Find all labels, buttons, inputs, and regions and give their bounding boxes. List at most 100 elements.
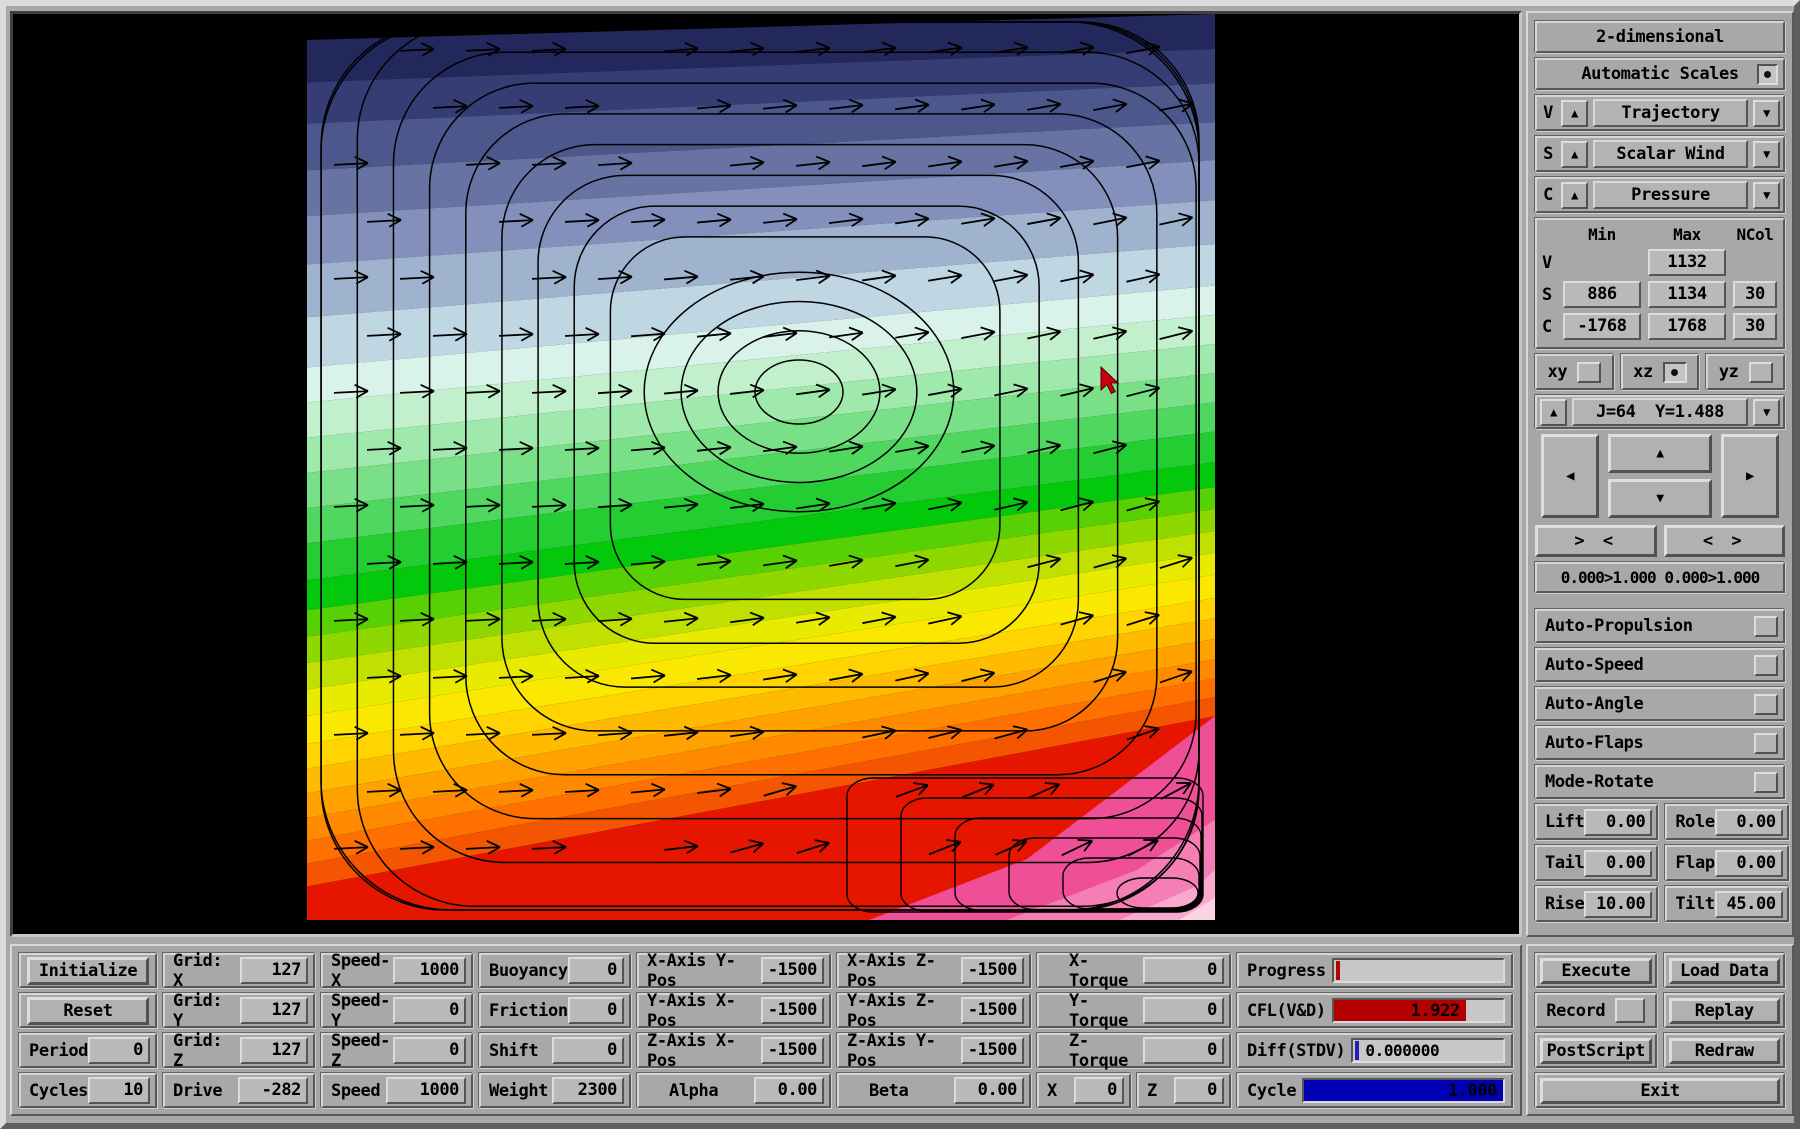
plane-yz[interactable]: yz bbox=[1706, 354, 1785, 390]
value-field[interactable]: -1500 bbox=[961, 1037, 1024, 1064]
trajectory-dropdown-button[interactable]: ▼ bbox=[1753, 100, 1780, 127]
value-field[interactable]: 0 bbox=[552, 1037, 624, 1064]
auto-angle-checkbox[interactable] bbox=[1754, 694, 1778, 715]
value-field[interactable]: 127 bbox=[240, 957, 308, 984]
s-max-field[interactable]: 1134 bbox=[1648, 281, 1726, 308]
plane-yz-checkbox[interactable] bbox=[1749, 362, 1773, 383]
trajectory-field[interactable]: Trajectory bbox=[1593, 99, 1748, 127]
beta-control: Beta0.00 bbox=[837, 1073, 1031, 1108]
zoom-out-button[interactable]: < > bbox=[1664, 525, 1786, 557]
y-axis-z-pos-control: Y-Axis Z-Pos-1500 bbox=[837, 993, 1031, 1028]
value-field[interactable]: -282 bbox=[238, 1077, 308, 1104]
value-field[interactable]: 0 bbox=[1143, 1037, 1224, 1064]
value-field[interactable]: 127 bbox=[240, 1037, 308, 1064]
value-field[interactable]: 2300 bbox=[552, 1077, 624, 1104]
x-field[interactable]: 0 bbox=[1074, 1077, 1124, 1104]
value-field[interactable]: 0 bbox=[393, 1037, 466, 1064]
scalar-up-button[interactable]: ▲ bbox=[1561, 141, 1588, 168]
pan-left-button[interactable]: ◀ bbox=[1541, 434, 1599, 518]
slice-field[interactable]: J=64 Y=1.488 bbox=[1572, 398, 1748, 426]
value-field[interactable]: 127 bbox=[240, 997, 308, 1024]
value-field[interactable]: 1000 bbox=[386, 1077, 466, 1104]
tilt-field[interactable]: 45.00 bbox=[1715, 891, 1783, 918]
lift-field[interactable]: 0.00 bbox=[1584, 809, 1652, 836]
rise-field[interactable]: 10.00 bbox=[1584, 891, 1652, 918]
replay-button[interactable]: Replay bbox=[1669, 998, 1781, 1024]
contour-up-button[interactable]: ▲ bbox=[1561, 182, 1588, 209]
s-min-field[interactable]: 886 bbox=[1563, 281, 1641, 308]
zoom-in-button[interactable]: > < bbox=[1535, 525, 1657, 557]
contour-field[interactable]: Pressure bbox=[1593, 181, 1748, 209]
value-field[interactable]: 0 bbox=[568, 957, 624, 984]
automatic-scales-row[interactable]: Automatic Scales bbox=[1535, 58, 1785, 90]
plane-xz[interactable]: xz bbox=[1621, 354, 1700, 390]
scalar-dropdown-button[interactable]: ▼ bbox=[1753, 141, 1780, 168]
auto-flaps-checkbox[interactable] bbox=[1754, 733, 1778, 754]
c-ncol-field[interactable]: 30 bbox=[1733, 313, 1777, 340]
value-field[interactable]: 1000 bbox=[393, 957, 466, 984]
flap-field[interactable]: 0.00 bbox=[1715, 850, 1783, 877]
c-min-field[interactable]: -1768 bbox=[1563, 313, 1641, 340]
value-field[interactable]: 0 bbox=[1143, 957, 1224, 984]
trajectory-up-button[interactable]: ▲ bbox=[1561, 100, 1588, 127]
visualization-canvas[interactable] bbox=[10, 11, 1522, 937]
plane-xy-checkbox[interactable] bbox=[1577, 362, 1601, 383]
field-label: Speed-Y bbox=[323, 991, 393, 1031]
value-field[interactable]: -1500 bbox=[761, 997, 824, 1024]
record-checkbox[interactable] bbox=[1615, 998, 1645, 1023]
value-field[interactable]: -1500 bbox=[761, 1037, 824, 1064]
v-max-field[interactable]: 1132 bbox=[1648, 249, 1726, 276]
redraw-button[interactable]: Redraw bbox=[1669, 1038, 1781, 1064]
x-torque-control: X-Torque0 bbox=[1037, 953, 1231, 988]
value-field[interactable]: -1500 bbox=[961, 957, 1024, 984]
postscript-button[interactable]: PostScript bbox=[1540, 1038, 1652, 1064]
value-field[interactable]: -1500 bbox=[761, 957, 824, 984]
up-arrow-icon: ▲ bbox=[1550, 405, 1557, 419]
value-field[interactable]: 0 bbox=[568, 997, 624, 1024]
role-field[interactable]: 0.00 bbox=[1715, 809, 1783, 836]
mode-display[interactable]: 2-dimensional bbox=[1535, 21, 1785, 53]
plane-xz-checkbox[interactable] bbox=[1663, 362, 1687, 383]
value-field[interactable]: 0.00 bbox=[954, 1077, 1024, 1104]
automatic-scales-checkbox[interactable] bbox=[1757, 64, 1778, 85]
tilt-label: Tilt bbox=[1675, 894, 1714, 914]
value-field[interactable]: -1500 bbox=[961, 997, 1024, 1024]
load-data-button[interactable]: Load Data bbox=[1669, 958, 1781, 984]
toggle-auto-propulsion[interactable]: Auto-Propulsion bbox=[1535, 609, 1785, 643]
auto-propulsion-checkbox[interactable] bbox=[1754, 616, 1778, 637]
pan-down-button[interactable]: ▼ bbox=[1608, 479, 1712, 518]
mode-rotate-checkbox[interactable] bbox=[1754, 772, 1778, 793]
execute-button[interactable]: Execute bbox=[1540, 958, 1652, 984]
pan-right-button[interactable]: ▶ bbox=[1721, 434, 1779, 518]
c-max-field[interactable]: 1768 bbox=[1648, 313, 1726, 340]
slice-up-button[interactable]: ▲ bbox=[1540, 399, 1567, 426]
toggle-label: Mode-Rotate bbox=[1545, 772, 1653, 792]
field-label: Cycles bbox=[21, 1081, 88, 1101]
z-field[interactable]: 0 bbox=[1174, 1077, 1224, 1104]
toggle-auto-flaps[interactable]: Auto-Flaps bbox=[1535, 726, 1785, 760]
toggle-mode-rotate[interactable]: Mode-Rotate bbox=[1535, 765, 1785, 799]
exit-button[interactable]: Exit bbox=[1540, 1078, 1780, 1104]
scalar-field[interactable]: Scalar Wind bbox=[1593, 140, 1748, 168]
flow-field-plot[interactable] bbox=[307, 14, 1215, 924]
reset-button[interactable]: Reset bbox=[27, 997, 149, 1025]
plane-xy[interactable]: xy bbox=[1535, 354, 1614, 390]
toggle-auto-angle[interactable]: Auto-Angle bbox=[1535, 687, 1785, 721]
value-field[interactable]: 0 bbox=[88, 1037, 150, 1064]
table-row-c: C -1768 1768 30 bbox=[1542, 313, 1778, 340]
toggle-auto-speed[interactable]: Auto-Speed bbox=[1535, 648, 1785, 682]
value-field[interactable]: 10 bbox=[88, 1077, 150, 1104]
initialize-button[interactable]: Initialize bbox=[27, 957, 149, 985]
view-range-display: 0.000>1.000 0.000>1.000 bbox=[1535, 562, 1785, 593]
tail-field[interactable]: 0.00 bbox=[1584, 850, 1652, 877]
s-ncol-field[interactable]: 30 bbox=[1733, 281, 1777, 308]
pan-up-button[interactable]: ▲ bbox=[1608, 434, 1712, 473]
value-field[interactable]: 0 bbox=[393, 997, 466, 1024]
auto-speed-checkbox[interactable] bbox=[1754, 655, 1778, 676]
contour-dropdown-button[interactable]: ▼ bbox=[1753, 182, 1780, 209]
value-field[interactable]: 0 bbox=[1143, 997, 1224, 1024]
selector-letter-v: V bbox=[1540, 103, 1556, 123]
value-field[interactable]: 0.00 bbox=[754, 1077, 824, 1104]
record-cell[interactable]: Record bbox=[1535, 993, 1657, 1028]
slice-down-button[interactable]: ▼ bbox=[1753, 399, 1780, 426]
